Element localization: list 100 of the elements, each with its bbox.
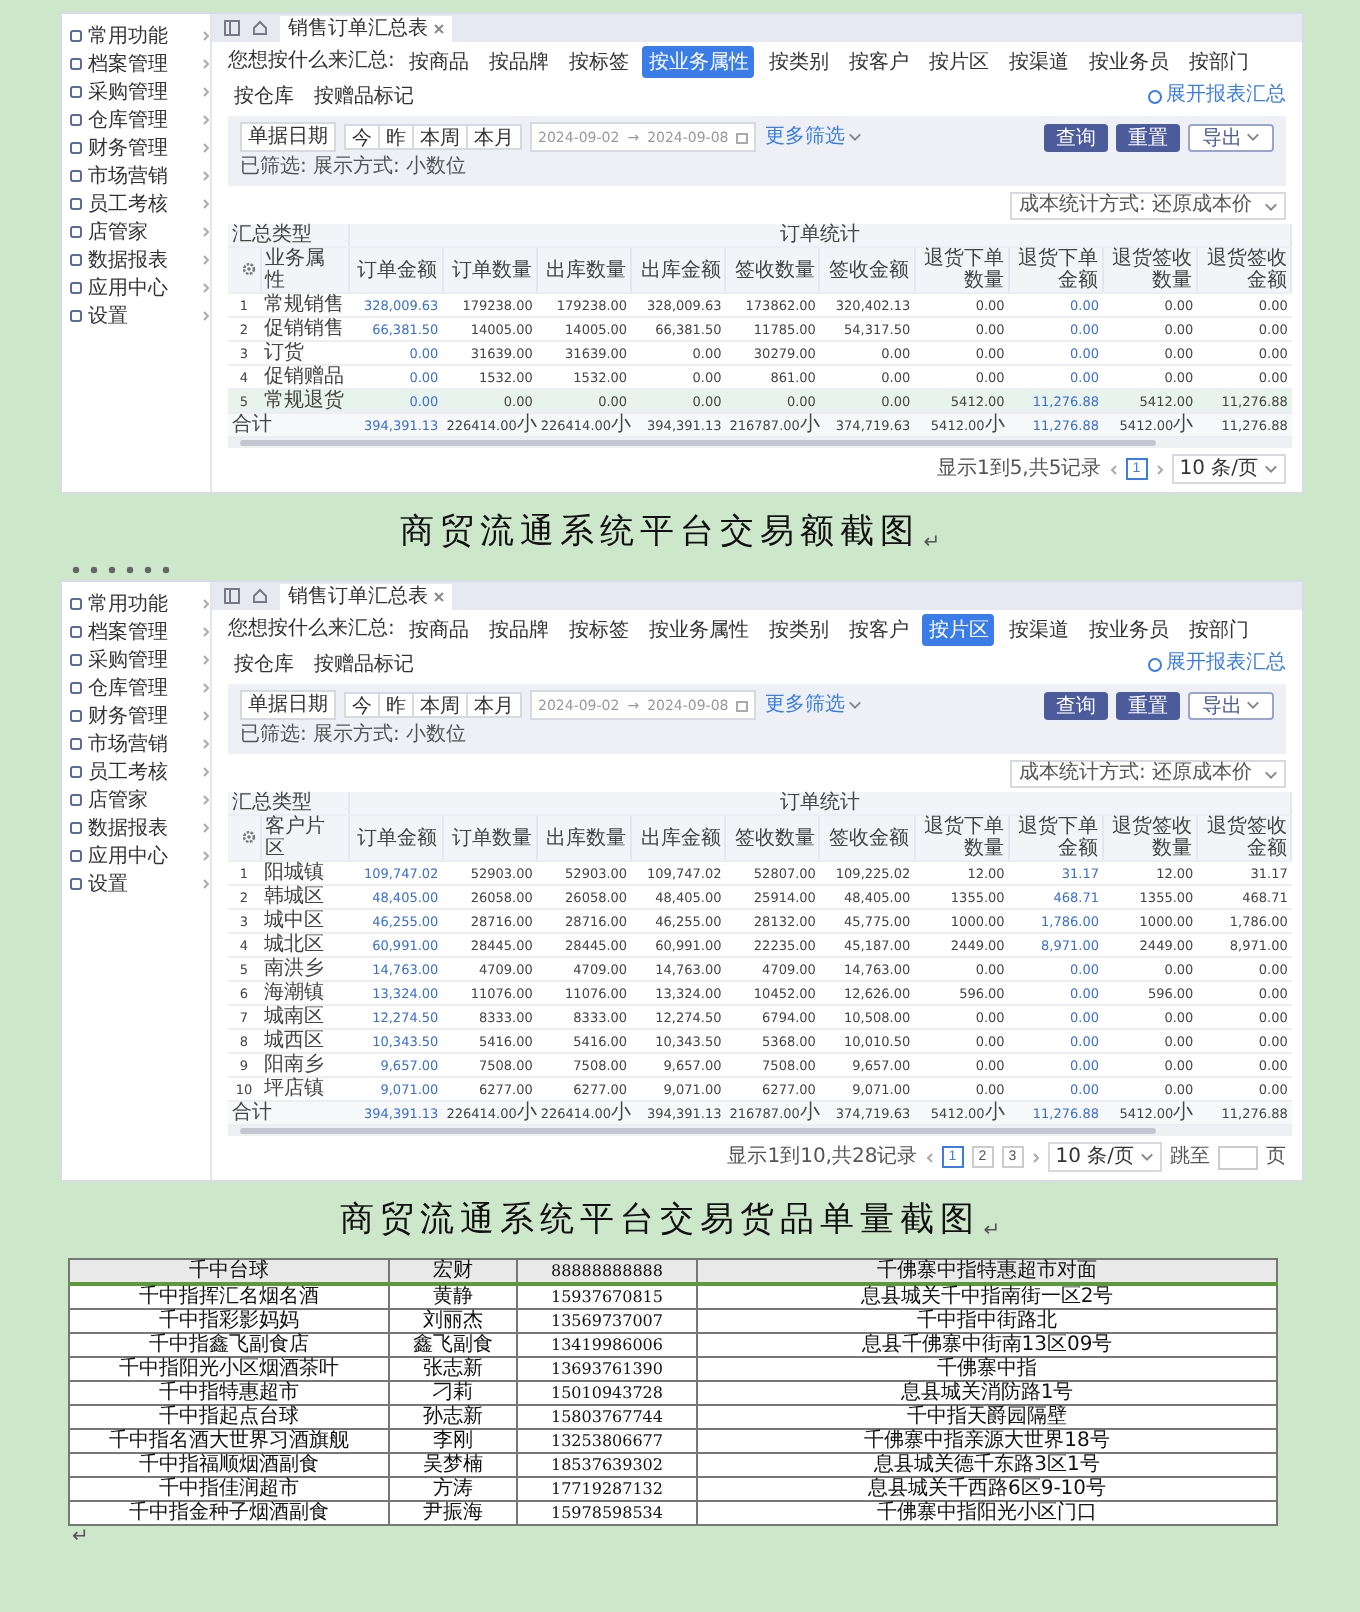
group-by-tab[interactable]: 按部门 [1182, 46, 1255, 78]
group-by-tab[interactable]: 按类别 [762, 46, 835, 78]
group-by-tab[interactable]: 按赠品标记 [308, 648, 420, 680]
close-icon[interactable] [434, 592, 444, 602]
home-icon[interactable] [252, 588, 268, 604]
sidebar-item[interactable]: 应用中心 [62, 274, 210, 302]
cost-method-select[interactable]: 成本统计方式: 还原成本价 [1010, 760, 1286, 788]
sidebar-item[interactable]: 财务管理 [62, 134, 210, 162]
action-button[interactable]: 重置 [1116, 691, 1180, 719]
close-icon[interactable] [434, 24, 444, 34]
more-filters-link[interactable]: 更多筛选 [764, 693, 863, 717]
sidebar-item[interactable]: 档案管理 [62, 618, 210, 646]
quick-date-button[interactable]: 本周 [414, 692, 468, 718]
calendar-icon[interactable] [736, 131, 749, 143]
sidebar-item[interactable]: 采购管理 [62, 78, 210, 106]
column-header: 签收金额 [819, 247, 915, 293]
sidebar-item[interactable]: 档案管理 [62, 50, 210, 78]
group-by-tab[interactable]: 按业务属性 [642, 614, 755, 646]
square-icon [70, 142, 82, 154]
table-cell: 吴梦楠 [389, 1453, 517, 1477]
sidebar-item[interactable]: 市场营销 [62, 730, 210, 758]
expand-summary-link[interactable]: 展开报表汇总 [1148, 652, 1286, 676]
home-icon[interactable] [252, 20, 268, 36]
chevron-left-icon[interactable] [925, 1151, 934, 1163]
group-by-tab[interactable]: 按片区 [922, 614, 995, 646]
group-by-tab[interactable]: 按业务员 [1082, 46, 1175, 78]
more-filters-link[interactable]: 更多筛选 [764, 125, 863, 149]
group-by-tab[interactable]: 按类别 [762, 614, 835, 646]
group-by-tab[interactable]: 按渠道 [1002, 46, 1075, 78]
page-size-select[interactable]: 10 条/页 [1171, 454, 1286, 484]
sidebar-item[interactable]: 设置 [62, 870, 210, 898]
document-tab[interactable]: 销售订单汇总表 [280, 584, 452, 610]
sidebar-item[interactable]: 数据报表 [62, 814, 210, 842]
export-button[interactable]: 导出 [1188, 123, 1274, 151]
action-button[interactable]: 重置 [1116, 123, 1180, 151]
action-button[interactable]: 查询 [1044, 691, 1108, 719]
table-cell: 李刚 [389, 1429, 517, 1453]
chevron-right-icon[interactable] [1031, 1151, 1040, 1163]
quick-date-button[interactable]: 本周 [414, 124, 468, 150]
sidebar-item[interactable]: 仓库管理 [62, 674, 210, 702]
horizontal-scrollbar[interactable] [228, 1126, 1292, 1136]
quick-date-button[interactable]: 昨 [380, 124, 414, 150]
group-by-tab[interactable]: 按仓库 [228, 648, 300, 680]
sidebar-item[interactable]: 店管家 [62, 786, 210, 814]
gear-icon[interactable] [241, 261, 255, 275]
group-by-tab[interactable]: 按片区 [922, 46, 995, 78]
group-by-tab[interactable]: 按商品 [402, 46, 475, 78]
horizontal-scrollbar[interactable] [228, 438, 1292, 448]
group-by-tab[interactable]: 按业务员 [1082, 614, 1175, 646]
sidebar-item[interactable]: 员工考核 [62, 190, 210, 218]
group-by-tab[interactable]: 按业务属性 [642, 46, 755, 78]
table-cell: 千中指福顺烟酒副食 [69, 1453, 389, 1477]
quick-date-button[interactable]: 昨 [380, 692, 414, 718]
quick-date-button[interactable]: 本月 [468, 124, 522, 150]
sidebar-item[interactable]: 员工考核 [62, 758, 210, 786]
calendar-icon[interactable] [736, 699, 749, 711]
quick-date-button[interactable]: 今 [344, 124, 380, 150]
document-tab[interactable]: 销售订单汇总表 [280, 16, 452, 42]
quick-date-button[interactable]: 今 [344, 692, 380, 718]
chevron-right-icon[interactable] [1155, 463, 1164, 475]
page-input[interactable] [1218, 1145, 1258, 1169]
sidebar-item[interactable]: 设置 [62, 302, 210, 330]
cost-method-select[interactable]: 成本统计方式: 还原成本价 [1010, 192, 1286, 220]
column-group-header: 订单统计 [348, 224, 1292, 247]
group-by-tab[interactable]: 按客户 [842, 614, 915, 646]
group-by-tab[interactable]: 按客户 [842, 46, 915, 78]
group-by-tab[interactable]: 按渠道 [1002, 614, 1075, 646]
sidebar-item[interactable]: 店管家 [62, 218, 210, 246]
group-by-tab[interactable]: 按标签 [562, 46, 635, 78]
table-cell: 阳南乡 [260, 1053, 348, 1077]
chevron-icon [202, 822, 210, 834]
group-by-tab[interactable]: 按标签 [562, 614, 635, 646]
gear-icon[interactable] [241, 829, 255, 843]
expand-summary-link[interactable]: 展开报表汇总 [1148, 84, 1286, 108]
group-by-tab[interactable]: 按部门 [1182, 614, 1255, 646]
quick-date-button[interactable]: 本月 [468, 692, 522, 718]
group-by-tab[interactable]: 按品牌 [482, 46, 555, 78]
date-type-select[interactable]: 单据日期 [240, 690, 336, 720]
group-by-tab[interactable]: 按仓库 [228, 80, 300, 112]
sidebar-item[interactable]: 仓库管理 [62, 106, 210, 134]
page-size-select[interactable]: 10 条/页 [1047, 1142, 1162, 1172]
sidebar-item[interactable]: 数据报表 [62, 246, 210, 274]
group-by-tab[interactable]: 按商品 [402, 614, 475, 646]
sidebar-item[interactable]: 市场营销 [62, 162, 210, 190]
date-type-select[interactable]: 单据日期 [240, 122, 336, 152]
sidebar-toggle-icon[interactable] [224, 588, 240, 604]
action-button[interactable]: 查询 [1044, 123, 1108, 151]
sidebar-item[interactable]: 常用功能 [62, 22, 210, 50]
group-by-tab[interactable]: 按赠品标记 [308, 80, 420, 112]
figure-caption: 商贸流通系统平台交易额截图 [399, 510, 920, 554]
sidebar-item[interactable]: 采购管理 [62, 646, 210, 674]
chevron-left-icon[interactable] [1109, 463, 1118, 475]
table-cell: 尹振海 [389, 1501, 517, 1525]
export-button[interactable]: 导出 [1188, 691, 1274, 719]
paragraph-mark: ↵ [72, 1526, 91, 1548]
sidebar-item[interactable]: 财务管理 [62, 702, 210, 730]
sidebar-item[interactable]: 常用功能 [62, 590, 210, 618]
group-by-tab[interactable]: 按品牌 [482, 614, 555, 646]
sidebar-item[interactable]: 应用中心 [62, 842, 210, 870]
sidebar-toggle-icon[interactable] [224, 20, 240, 36]
